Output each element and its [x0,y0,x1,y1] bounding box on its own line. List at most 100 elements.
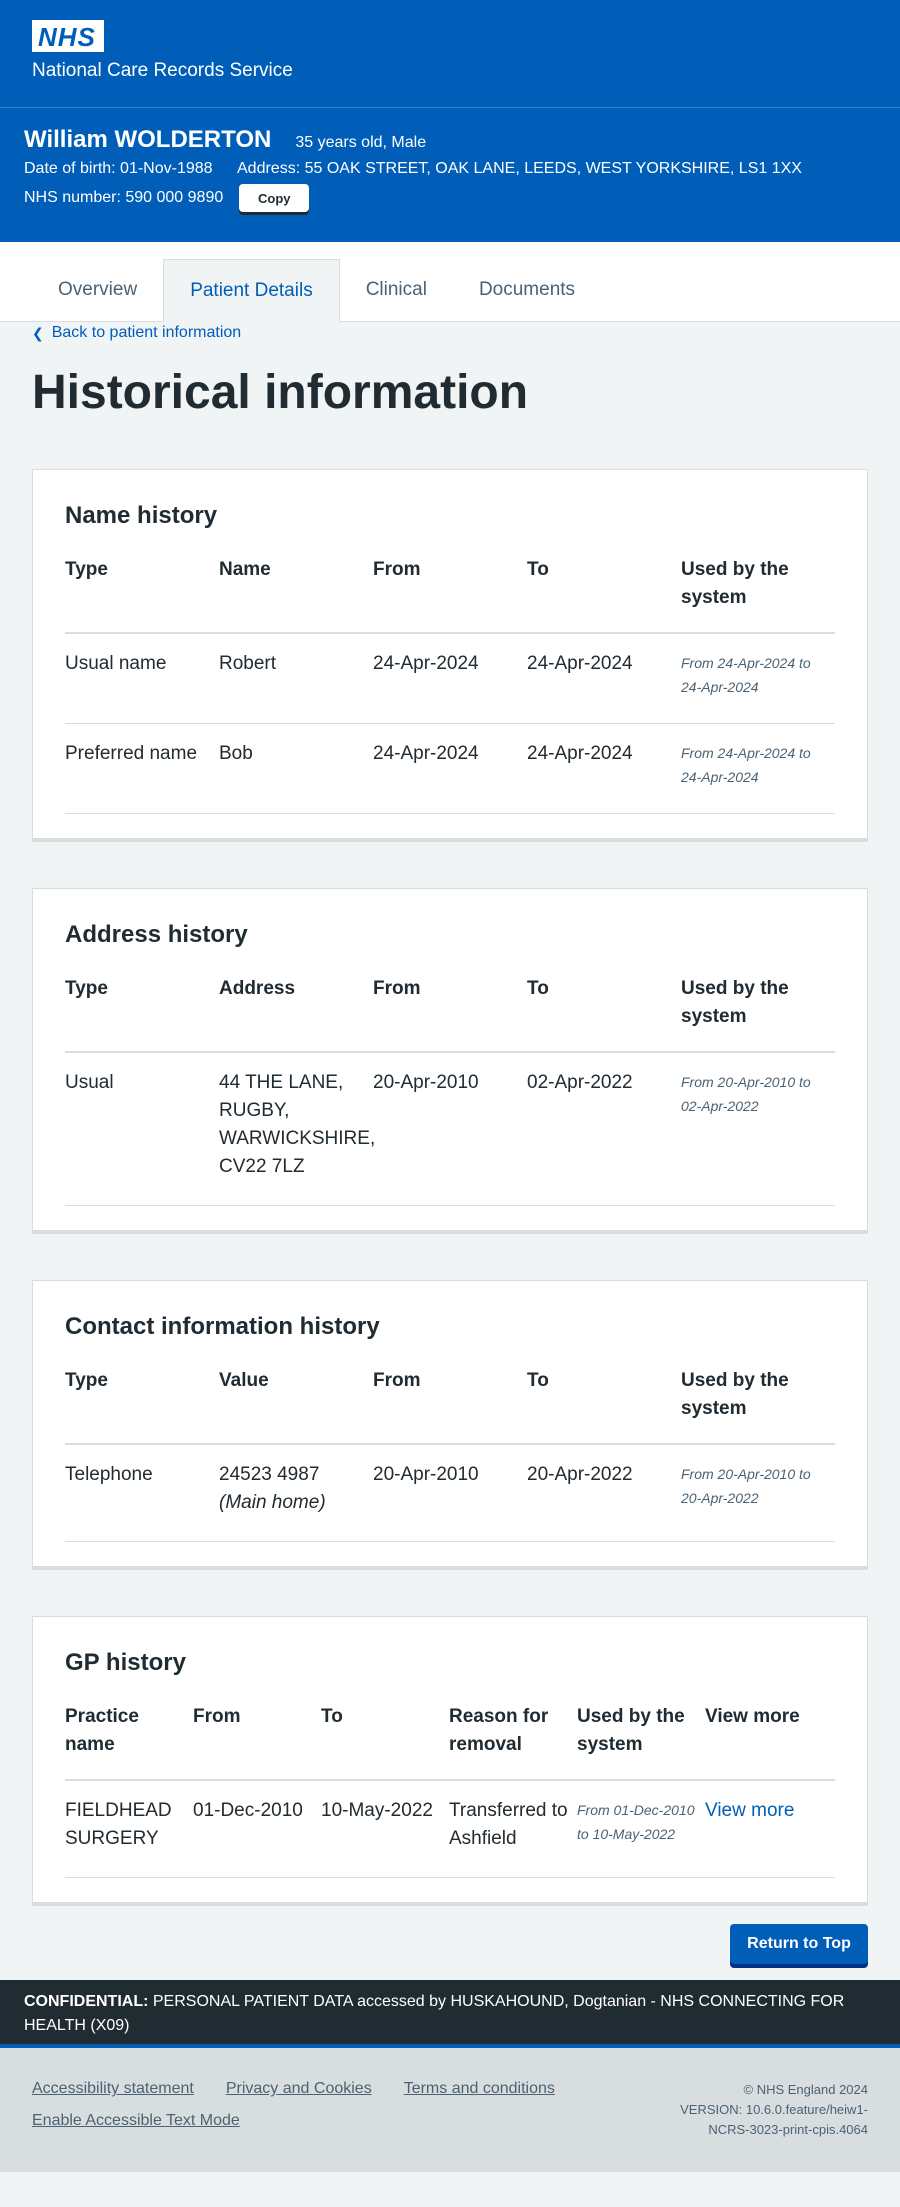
footer-meta: © NHS England 2024 VERSION: 10.6.0.featu… [680,2080,868,2172]
cell-to: 24-Apr-2024 [527,633,681,725]
cell-name: Bob [219,723,373,815]
column-header: Type [65,556,219,635]
column-header: Practice name [65,1703,193,1782]
contact-value-note: (Main home) [219,1492,326,1514]
cell-name: Robert [219,633,373,725]
site-footer: Accessibility statement Privacy and Cook… [0,2048,900,2173]
tab-documents[interactable]: Documents [453,259,601,321]
footer-link-privacy[interactable]: Privacy and Cookies [226,2080,372,2098]
cell-used-by-system: From 01-Dec-2010 to 10-May-2022 [577,1780,705,1879]
column-header: Name [219,556,373,635]
cell-from: 24-Apr-2024 [373,633,527,725]
column-header: Used by the system [577,1703,705,1782]
footer-link-terms[interactable]: Terms and conditions [404,2080,555,2098]
column-header: From [373,1367,527,1446]
contact-history-card: Contact information history Type Value F… [32,1280,868,1571]
cell-used-by-system: From 20-Apr-2010 to 02-Apr-2022 [681,1052,835,1207]
tab-overview[interactable]: Overview [32,259,163,321]
patient-age-sex: 35 years old, Male [295,134,427,151]
cell-used-by-system: From 24-Apr-2024 to 24-Apr-2024 [681,633,835,725]
column-header: Used by the system [681,1367,835,1446]
table-row: Telephone 24523 4987 (Main home) 20-Apr-… [65,1444,835,1543]
column-header: Reason for removal [449,1703,577,1782]
chevron-left-icon: ❮ [32,324,44,341]
patient-banner: William WOLDERTON 35 years old, Male Dat… [0,108,900,242]
cell-to: 24-Apr-2024 [527,723,681,815]
table-row: FIELDHEAD SURGERY 01-Dec-2010 10-May-202… [65,1780,835,1879]
patient-nhs-number: NHS number: 590 000 9890 [24,189,224,206]
footer-link-accessibility[interactable]: Accessibility statement [32,2080,194,2098]
cell-to: 20-Apr-2022 [527,1444,681,1543]
table-row: Preferred name Bob 24-Apr-2024 24-Apr-20… [65,723,835,815]
address-history-table: Type Address From To Used by the system … [65,975,835,1207]
site-header: NHS National Care Records Service [0,0,900,108]
confidential-label: CONFIDENTIAL: [24,1993,149,2011]
patient-dob: Date of birth: 01-Nov-1988 [24,160,213,177]
table-row: Usual 44 THE LANE, RUGBY, WARWICKSHIRE, … [65,1052,835,1207]
cell-address: 44 THE LANE, RUGBY, WARWICKSHIRE, CV22 7… [219,1052,375,1207]
copy-nhs-number-button[interactable]: Copy [239,184,310,212]
cell-to: 10-May-2022 [321,1780,449,1879]
cell-type: Preferred name [65,723,219,815]
patient-address: Address: 55 OAK STREET, OAK LANE, LEEDS,… [237,160,802,177]
confidential-text: PERSONAL PATIENT DATA accessed by HUSKAH… [24,1993,845,2035]
card-title: Name history [65,502,218,530]
column-header: To [321,1703,449,1782]
column-header: To [527,975,681,1054]
confidential-notice: CONFIDENTIAL: PERSONAL PATIENT DATA acce… [0,1980,900,2049]
cell-practice-name: FIELDHEAD SURGERY [65,1780,193,1879]
column-header: From [373,975,527,1054]
column-header: Used by the system [681,975,835,1054]
return-to-top-wrapper: Return to Top [0,1924,868,1965]
cell-view-more: View more [705,1780,835,1879]
tab-patient-details[interactable]: Patient Details [163,259,340,322]
footer-version-build: NCRS-3023-print-cpis.4064 [708,2122,868,2138]
table-row: Usual name Robert 24-Apr-2024 24-Apr-202… [65,633,835,725]
cell-from: 20-Apr-2010 [373,1444,527,1543]
column-header: Address [219,975,373,1054]
contact-value: 24523 4987 [219,1464,320,1486]
cell-to: 02-Apr-2022 [527,1052,681,1207]
cell-used-by-system: From 20-Apr-2010 to 20-Apr-2022 [681,1444,835,1543]
cell-type: Usual [65,1052,219,1207]
column-header: From [193,1703,321,1782]
patient-name: William WOLDERTON [24,126,272,153]
column-header: Value [219,1367,373,1446]
footer-links: Accessibility statement Privacy and Cook… [32,2080,555,2172]
card-title: Address history [65,921,248,949]
return-to-top-button[interactable]: Return to Top [730,1924,868,1965]
tab-bar: Overview Patient Details Clinical Docume… [0,242,900,322]
gp-history-card: GP history Practice name From To Reason … [32,1616,868,1907]
footer-copyright: © NHS England 2024 [743,2082,869,2098]
footer-link-accessible-text-mode[interactable]: Enable Accessible Text Mode [32,2112,240,2130]
column-header: To [527,1367,681,1446]
cell-used-by-system: From 24-Apr-2024 to 24-Apr-2024 [681,723,835,815]
back-link-label: Back to patient information [51,324,242,341]
view-more-link[interactable]: View more [705,1800,794,1821]
contact-history-table: Type Value From To Used by the system Te… [65,1367,835,1543]
cell-from: 24-Apr-2024 [373,723,527,815]
cell-value: 24523 4987 (Main home) [219,1444,373,1543]
service-name[interactable]: National Care Records Service [32,60,868,82]
column-header: View more [705,1703,835,1782]
back-link[interactable]: ❮ Back to patient information [32,324,241,342]
cell-type: Telephone [65,1444,219,1543]
card-title: Contact information history [65,1313,380,1341]
card-title: GP history [65,1649,186,1677]
name-history-card: Name history Type Name From To Used by t… [32,469,868,843]
cell-from: 01-Dec-2010 [193,1780,321,1879]
tab-clinical[interactable]: Clinical [340,259,453,321]
cell-reason: Transferred to Ashfield [449,1780,577,1879]
address-history-card: Address history Type Address From To Use… [32,888,868,1235]
page-title: Historical information [32,365,529,419]
nhs-logo[interactable]: NHS [32,20,104,52]
column-header: Type [65,1367,219,1446]
gp-history-table: Practice name From To Reason for removal… [65,1703,835,1879]
cell-from: 20-Apr-2010 [373,1052,527,1207]
name-history-table: Type Name From To Used by the system Usu… [65,556,835,815]
cell-type: Usual name [65,633,219,725]
column-header: Type [65,975,219,1054]
footer-version: VERSION: 10.6.0.feature/heiw1- [680,2102,868,2118]
column-header: To [527,556,681,635]
column-header: From [373,556,527,635]
